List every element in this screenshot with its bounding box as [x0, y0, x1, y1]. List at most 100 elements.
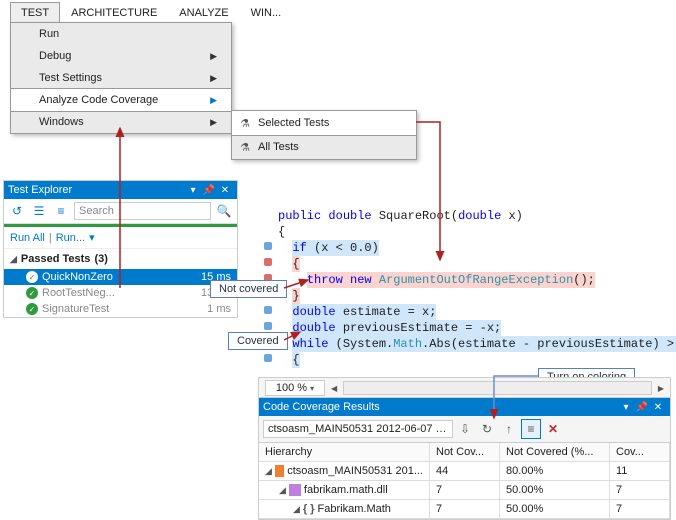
search-icon[interactable]: 🔍: [215, 202, 233, 220]
test-explorer-titlebar: Test Explorer ▾ 📌 ✕: [4, 181, 237, 199]
dropdown-arrow-icon[interactable]: ▾: [89, 231, 95, 244]
cell-covered: 7: [610, 481, 670, 500]
submenu-item-selected-tests[interactable]: ⚗ Selected Tests: [231, 110, 417, 136]
callout-not-covered: Not covered: [210, 280, 287, 298]
panel-title: Code Coverage Results: [263, 401, 618, 413]
pin-icon[interactable]: 📌: [634, 402, 650, 413]
run-link[interactable]: Run...: [56, 232, 85, 244]
test-menu-dropdown: Run Debug ▶ Test Settings ▶ Analyze Code C…: [10, 22, 232, 134]
expand-icon: ◢: [265, 466, 272, 477]
panel-title: Test Explorer: [8, 184, 185, 196]
table-row[interactable]: ◢fabrikam.math.dll: [259, 481, 430, 500]
menu-item-windows[interactable]: Windows ▶: [11, 111, 231, 133]
zoom-level-dropdown[interactable]: 100 % ▾: [265, 380, 325, 396]
test-name: SignatureTest: [42, 303, 207, 315]
coverage-results-dropdown[interactable]: ctsoasm_MAIN50531 2012-06-07 02...: [263, 420, 453, 438]
test-name: QuickNonZero: [42, 271, 201, 283]
table-row[interactable]: ◢ctsoasm_MAIN50531 201...: [259, 462, 430, 481]
submenu-arrow-icon: ▶: [210, 95, 217, 106]
pin-icon[interactable]: 📌: [201, 185, 217, 196]
zoom-bar: 100 % ▾ ◀ ▶: [258, 377, 671, 399]
remove-icon[interactable]: ✕: [543, 419, 563, 439]
col-header-hierarchy[interactable]: Hierarchy: [259, 443, 430, 462]
cell-not-covered: 44: [430, 462, 500, 481]
col-header-not-covered[interactable]: Not Cov...: [430, 443, 500, 462]
submenu-item-label: All Tests: [258, 141, 299, 153]
submenu-item-label: Selected Tests: [258, 117, 329, 129]
test-explorer-panel: Test Explorer ▾ 📌 ✕ ↺ ☰ ≡ Search 🔍 Run A…: [3, 180, 238, 318]
code-editor[interactable]: public double SquareRoot(double x) { if …: [258, 208, 671, 368]
pass-icon: ✓: [26, 303, 38, 315]
menu-item-label: Debug: [39, 50, 71, 62]
submenu-arrow-icon: ▶: [210, 73, 217, 84]
pass-icon: ✓: [26, 287, 38, 299]
table-row[interactable]: ◢{ }Fabrikam.Math: [259, 500, 430, 519]
close-icon[interactable]: ✕: [650, 402, 666, 413]
menu-item-label: Analyze Code Coverage: [39, 94, 158, 106]
flask-icon: ⚗: [238, 140, 252, 154]
expand-icon: ◢: [293, 504, 300, 515]
cell-not-covered-pct: 50.00%: [500, 481, 610, 500]
expand-icon: ◢: [10, 254, 17, 265]
link-separator: |: [49, 232, 52, 244]
test-row[interactable]: ✓ SignatureTest 1 ms: [4, 301, 237, 317]
submenu-arrow-icon: ▶: [210, 51, 217, 62]
dropdown-arrow-icon: ▾: [310, 384, 314, 393]
code-coverage-results-panel: Code Coverage Results ▾ 📌 ✕ ctsoasm_MAIN…: [258, 397, 671, 520]
export-icon[interactable]: ↑: [499, 419, 519, 439]
expand-icon: ◢: [279, 485, 286, 496]
group-icon[interactable]: ☰: [30, 202, 48, 220]
test-group-header[interactable]: ◢ Passed Tests (3): [4, 249, 237, 269]
menu-tab-architecture[interactable]: ARCHITECTURE: [60, 2, 168, 24]
coverage-titlebar: Code Coverage Results ▾ 📌 ✕: [259, 398, 670, 416]
horizontal-scrollbar[interactable]: [343, 381, 652, 395]
menu-tab-window[interactable]: WIN...: [240, 2, 293, 24]
menu-item-test-settings[interactable]: Test Settings ▶: [11, 67, 231, 89]
scroll-right-icon[interactable]: ▶: [658, 384, 664, 393]
menubar: TEST ARCHITECTURE ANALYZE WIN...: [10, 2, 292, 24]
search-input[interactable]: Search: [74, 202, 211, 220]
namespace-icon: { }: [303, 503, 315, 515]
flask-icon: ⚗: [238, 116, 252, 130]
cell-covered: 11: [610, 462, 670, 481]
submenu-item-all-tests[interactable]: ⚗ All Tests: [232, 135, 416, 159]
test-explorer-toolbar: ↺ ☰ ≡ Search 🔍: [4, 199, 237, 224]
col-header-covered[interactable]: Cov...: [610, 443, 670, 462]
cell-not-covered-pct: 80.00%: [500, 462, 610, 481]
cell-not-covered-pct: 50.00%: [500, 500, 610, 519]
test-name: RootTestNeg...: [42, 287, 201, 299]
menu-item-label: Test Settings: [39, 72, 102, 84]
pass-icon: ✓: [26, 271, 38, 283]
scroll-left-icon[interactable]: ◀: [331, 384, 337, 393]
test-row[interactable]: ✓ QuickNonZero 15 ms: [4, 269, 237, 285]
show-coloring-button[interactable]: ≡: [521, 419, 541, 439]
list-icon[interactable]: ≡: [52, 202, 70, 220]
coverage-submenu: ⚗ Selected Tests ⚗ All Tests: [231, 110, 417, 160]
results-file-icon: [275, 465, 284, 477]
refresh-icon[interactable]: ↻: [477, 419, 497, 439]
refresh-icon[interactable]: ↺: [8, 202, 26, 220]
menu-item-analyze-code-coverage[interactable]: Analyze Code Coverage ▶: [10, 88, 232, 112]
cell-not-covered: 7: [430, 500, 500, 519]
menu-tab-analyze[interactable]: ANALYZE: [168, 2, 239, 24]
submenu-arrow-icon: ▶: [210, 117, 217, 128]
menu-item-run[interactable]: Run: [11, 23, 231, 45]
coverage-toolbar: ctsoasm_MAIN50531 2012-06-07 02... ⇩ ↻ ↑…: [259, 416, 670, 443]
import-icon[interactable]: ⇩: [455, 419, 475, 439]
test-row[interactable]: ✓ RootTestNeg... 13 ms: [4, 285, 237, 301]
run-links: Run All | Run... ▾: [4, 227, 237, 249]
col-header-not-covered-pct[interactable]: Not Covered (%...: [500, 443, 610, 462]
cell-not-covered: 7: [430, 481, 500, 500]
menu-item-label: Windows: [39, 116, 84, 128]
window-position-icon[interactable]: ▾: [185, 185, 201, 196]
group-count: (3): [94, 253, 107, 265]
group-label: Passed Tests: [21, 253, 91, 265]
run-all-link[interactable]: Run All: [10, 232, 45, 244]
menu-tab-test[interactable]: TEST: [10, 2, 60, 24]
close-icon[interactable]: ✕: [217, 185, 233, 196]
cell-covered: 7: [610, 500, 670, 519]
coverage-table: Hierarchy Not Cov... Not Covered (%... C…: [259, 443, 670, 519]
callout-covered: Covered: [228, 332, 288, 350]
window-position-icon[interactable]: ▾: [618, 402, 634, 413]
menu-item-debug[interactable]: Debug ▶: [11, 45, 231, 67]
